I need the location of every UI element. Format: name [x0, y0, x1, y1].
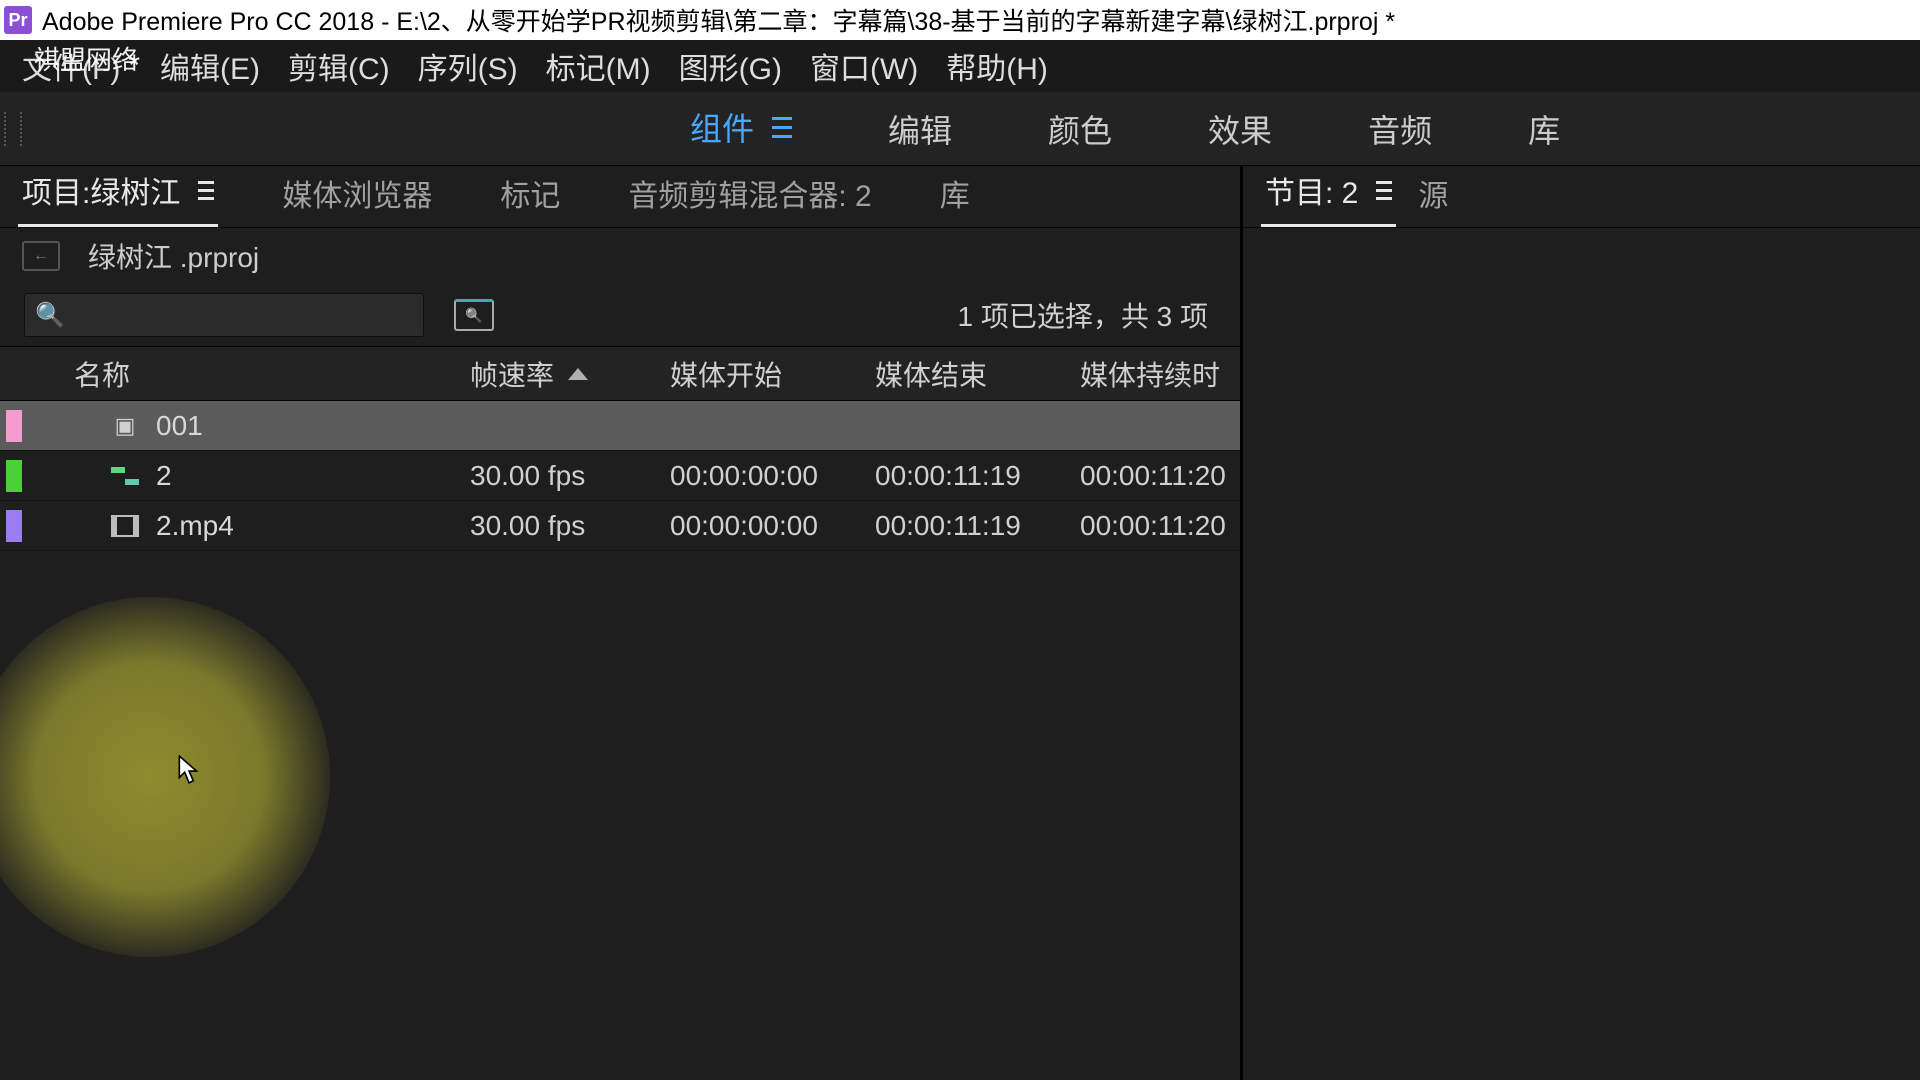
menu-file[interactable]: 文件(F)	[8, 42, 134, 90]
title-bar: Pr Adobe Premiere Pro CC 2018 - E:\2、从零开…	[0, 0, 1920, 40]
project-panel-tabs: 项目:绿树江 媒体浏览器 标记 音频剪辑混合器: 2 库	[0, 166, 1240, 228]
new-search-bin-icon[interactable]	[454, 299, 494, 331]
workspace-color[interactable]: 颜色	[1000, 92, 1160, 165]
tab-program[interactable]: 节目: 2	[1261, 160, 1396, 227]
cell-start: 00:00:00:00	[670, 510, 875, 542]
color-chip[interactable]	[6, 460, 22, 492]
tab-markers[interactable]: 标记	[496, 163, 564, 227]
project-header: 绿树江 .prproj	[0, 228, 1240, 284]
tab-source[interactable]: 源	[1414, 163, 1452, 227]
tab-project[interactable]: 项目:绿树江	[18, 160, 218, 227]
app-icon: Pr	[4, 6, 32, 34]
row-name: 001	[156, 410, 203, 442]
bin-nav-up-icon[interactable]	[22, 241, 60, 271]
menu-graphics[interactable]: 图形(G)	[665, 42, 796, 90]
column-media-end[interactable]: 媒体结束	[875, 354, 1080, 394]
cell-start: 00:00:00:00	[670, 460, 875, 492]
tab-media-browser[interactable]: 媒体浏览器	[278, 163, 436, 227]
cell-name: ▣ 001	[0, 410, 470, 442]
workspace-assembly[interactable]: 组件	[642, 92, 840, 165]
search-box[interactable]: 🔍	[24, 293, 424, 337]
menu-help[interactable]: 帮助(H)	[932, 42, 1062, 90]
column-framerate[interactable]: 帧速率	[470, 354, 670, 394]
workspace-audio[interactable]: 音频	[1320, 92, 1480, 165]
cell-dur: 00:00:11:20	[1080, 460, 1240, 492]
panel-menu-icon[interactable]	[198, 181, 214, 200]
menu-edit[interactable]: 编辑(E)	[146, 42, 274, 90]
cell-name: 2.mp4	[0, 510, 470, 542]
hamburger-icon[interactable]	[772, 117, 792, 138]
tab-libraries[interactable]: 库	[936, 163, 974, 227]
workspace-bar: 组件 编辑 颜色 效果 音频 库	[0, 92, 1920, 166]
table-row[interactable]: 2.mp4 30.00 fps00:00:00:0000:00:11:1900:0…	[0, 501, 1240, 551]
column-media-start[interactable]: 媒体开始	[670, 354, 875, 394]
workspace-label: 组件	[690, 104, 754, 150]
project-panel: 项目:绿树江 媒体浏览器 标记 音频剪辑混合器: 2 库 绿树江 .prproj…	[0, 166, 1243, 1080]
menu-marker[interactable]: 标记(M)	[532, 42, 665, 90]
workspace-editing[interactable]: 编辑	[840, 92, 1000, 165]
workspace-libraries[interactable]: 库	[1480, 92, 1608, 165]
project-table: 名称 帧速率 媒体开始 媒体结束 媒体持续时 ▣001230.00 fps00:…	[0, 346, 1240, 1080]
sort-asc-icon	[568, 368, 588, 380]
dirty-indicator: *	[128, 49, 140, 83]
menu-sequence[interactable]: 序列(S)	[404, 42, 532, 90]
clip-icon	[111, 515, 139, 537]
menu-window[interactable]: 窗口(W)	[796, 42, 932, 90]
cursor-icon	[178, 755, 200, 785]
row-name: 2.mp4	[156, 510, 234, 542]
cell-fps: 30.00 fps	[470, 460, 670, 492]
cell-fps: 30.00 fps	[470, 510, 670, 542]
table-row[interactable]: 2 30.00 fps00:00:00:0000:00:11:1900:00:11…	[0, 451, 1240, 501]
project-filename: 绿树江 .prproj	[88, 236, 259, 276]
menu-bar: 祺盟网络 文件(F) * 编辑(E) 剪辑(C) 序列(S) 标记(M) 图形(…	[0, 40, 1920, 92]
project-toolbar: 🔍 1 项已选择，共 3 项	[0, 284, 1240, 346]
tab-label: 节目: 2	[1265, 168, 1358, 212]
panel-gripper-icon[interactable]	[4, 112, 22, 146]
search-icon: 🔍	[35, 301, 65, 330]
title-item-icon: ▣	[115, 413, 136, 439]
search-input[interactable]	[77, 302, 413, 328]
cell-end: 00:00:11:19	[875, 510, 1080, 542]
color-chip[interactable]	[6, 410, 22, 442]
color-chip[interactable]	[6, 510, 22, 542]
cell-end: 00:00:11:19	[875, 460, 1080, 492]
tab-audio-clip-mixer[interactable]: 音频剪辑混合器: 2	[624, 163, 875, 227]
menu-clip[interactable]: 剪辑(C)	[274, 42, 404, 90]
tab-label: 项目:绿树江	[22, 168, 180, 212]
table-header: 名称 帧速率 媒体开始 媒体结束 媒体持续时	[0, 347, 1240, 401]
cell-name: 2	[0, 460, 470, 492]
cell-dur: 00:00:11:20	[1080, 510, 1240, 542]
row-name: 2	[156, 460, 172, 492]
panel-menu-icon[interactable]	[1376, 181, 1392, 200]
window-title: Adobe Premiere Pro CC 2018 - E:\2、从零开始学P…	[42, 2, 1395, 38]
column-name[interactable]: 名称	[0, 354, 470, 394]
column-media-dur[interactable]: 媒体持续时	[1080, 354, 1240, 394]
program-panel-tabs: 节目: 2 源	[1243, 166, 1920, 228]
program-monitor-panel: 节目: 2 源	[1243, 166, 1920, 1080]
workspace-effects[interactable]: 效果	[1160, 92, 1320, 165]
sequence-icon	[111, 463, 139, 489]
selection-status: 1 项已选择，共 3 项	[958, 295, 1216, 335]
table-row[interactable]: ▣ 001	[0, 401, 1240, 451]
highlight-spotlight	[0, 597, 330, 957]
